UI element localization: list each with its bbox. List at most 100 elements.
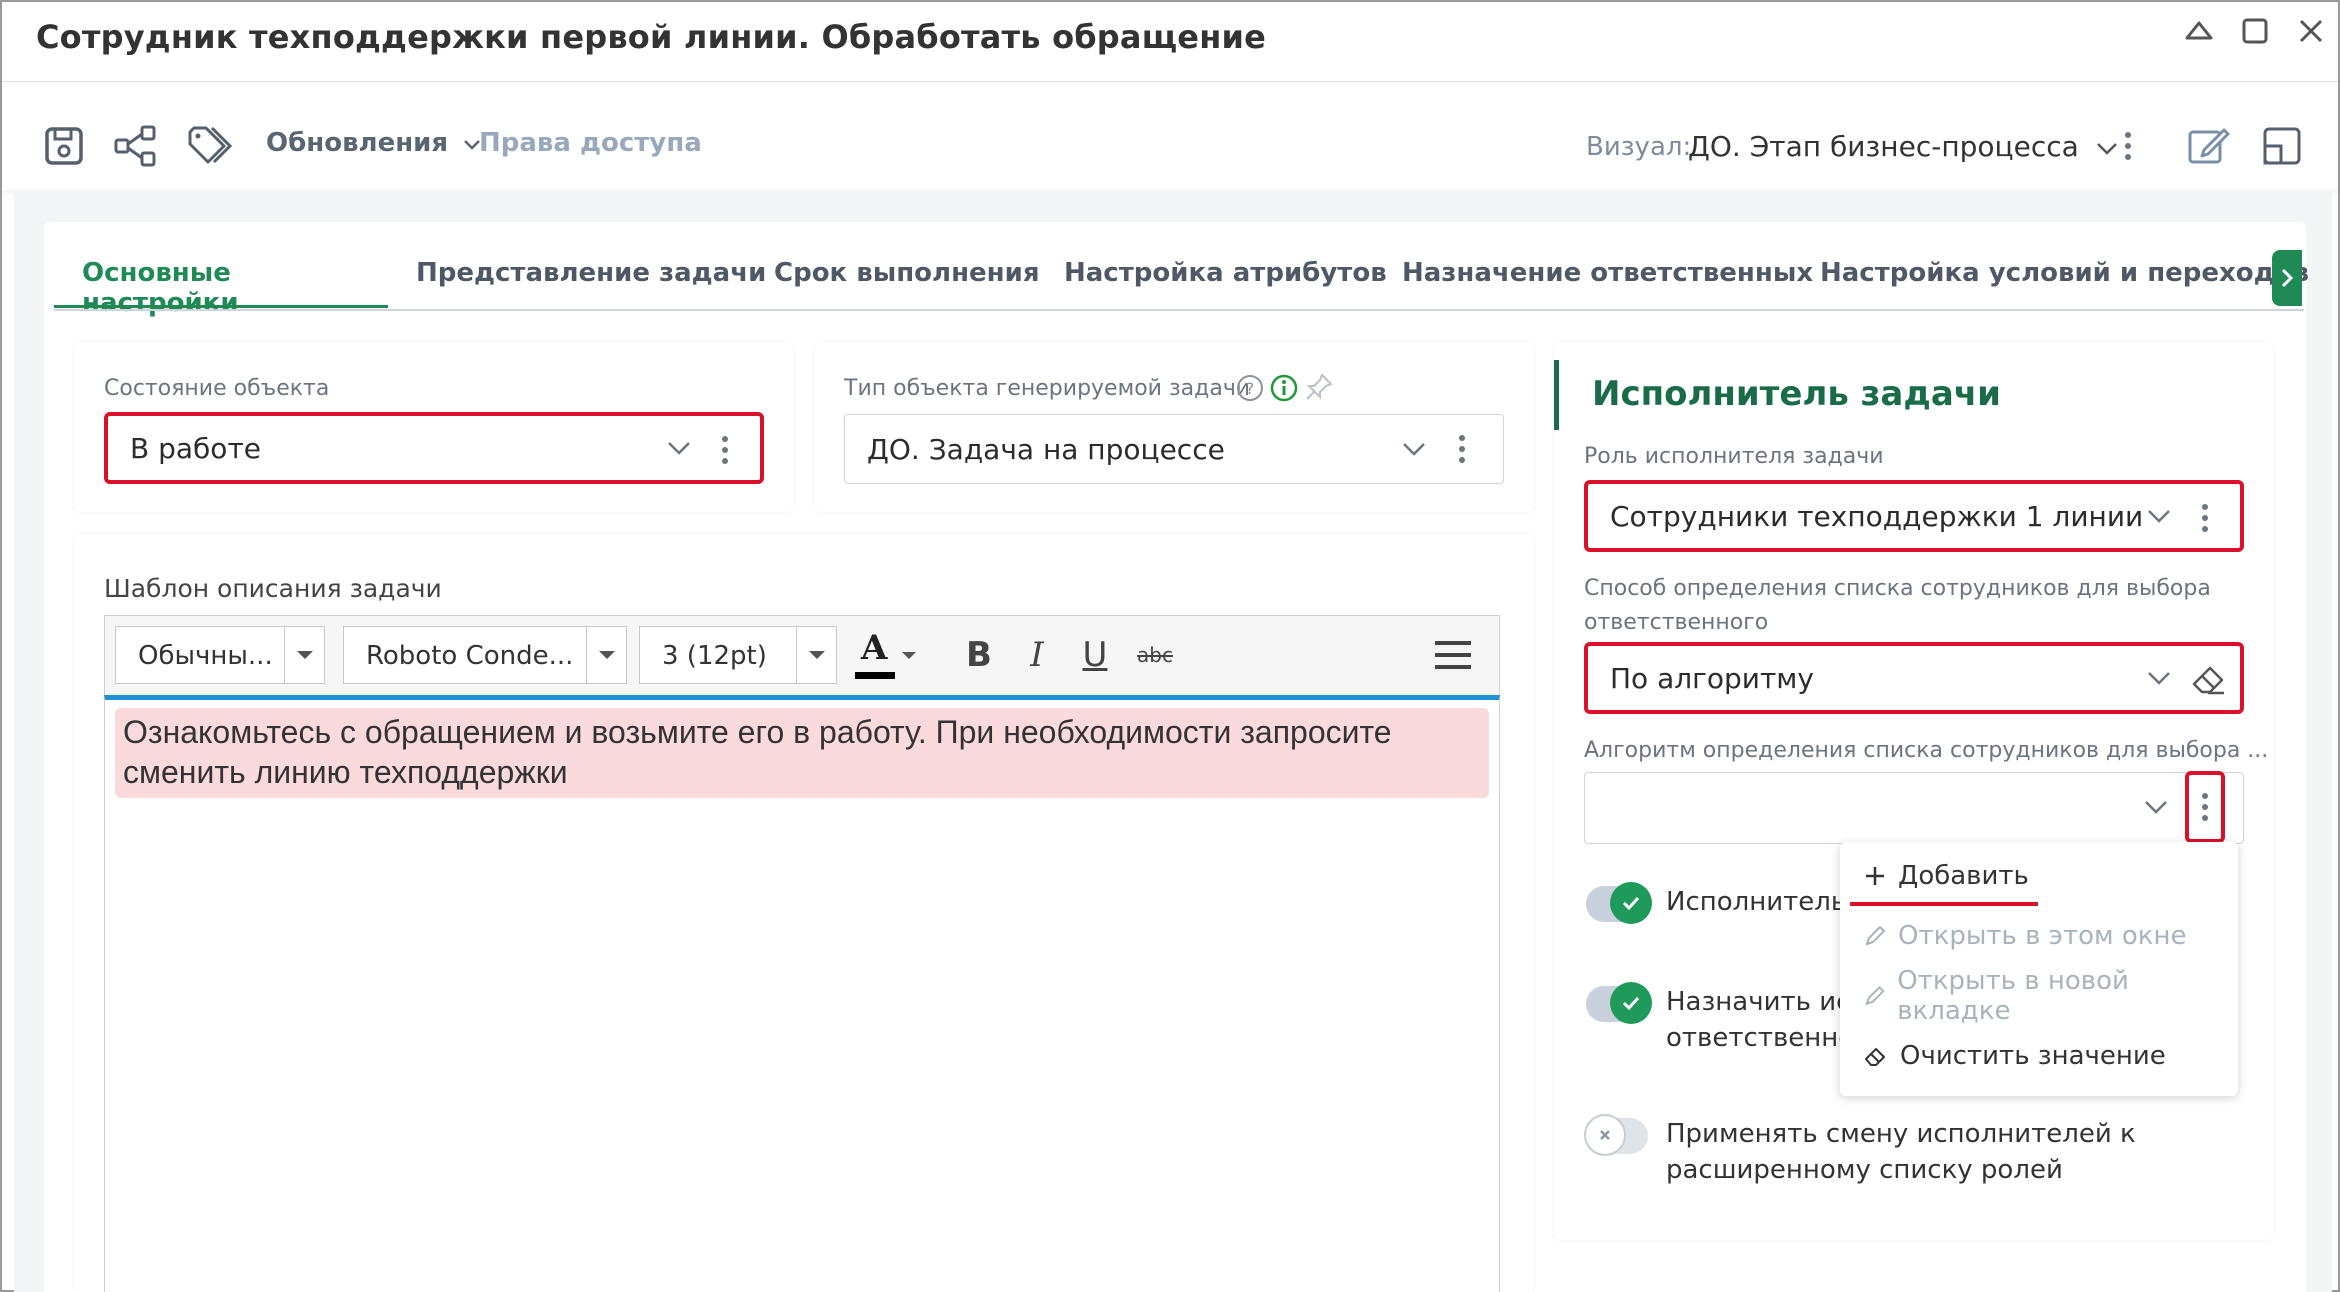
help-icon[interactable]: ? <box>1236 374 1264 406</box>
toggle-extended-roles-label-1: Применять смену исполнителей к <box>1666 1119 2136 1149</box>
layout-icon[interactable] <box>2258 122 2306 170</box>
toggle-assign-label-2: ответственно <box>1666 1023 1855 1053</box>
window-title: Сотрудник техподдержки первой линии. Обр… <box>36 18 1267 56</box>
more-options-icon[interactable] <box>722 430 728 470</box>
x-icon <box>1584 1114 1626 1156</box>
template-label: Шаблон описания задачи <box>104 574 442 603</box>
updates-menu[interactable]: Обновления <box>266 128 481 158</box>
more-options-icon[interactable] <box>2185 771 2225 843</box>
font-size-select[interactable]: 3 (12pt) <box>639 626 837 684</box>
task-type-select[interactable]: ДО. Задача на процессе <box>844 414 1504 484</box>
tab-label: Назначение ответственных <box>1402 258 1814 288</box>
menu-item-open-new-tab[interactable]: Открыть в новой вкладке <box>1864 966 2238 1026</box>
menu-open-new-tab-label: Открыть в новой вкладке <box>1897 966 2129 1026</box>
bold-glyph: B <box>966 635 992 675</box>
tab-basic-settings[interactable]: Основные настройки <box>54 248 388 318</box>
template-text: Ознакомьтесь с обращением и возьмите его… <box>115 708 1489 798</box>
menu-clear-label: Очистить значение <box>1900 1041 2166 1071</box>
tab-task-view[interactable]: Представление задачи <box>416 248 766 308</box>
chevron-down-icon <box>2145 801 2167 814</box>
caret-down-icon <box>902 651 916 659</box>
tab-assignees[interactable]: Назначение ответственных <box>1402 248 1813 308</box>
toolbar: Обновления Права доступа Визуал: ДО. Эта… <box>2 84 2338 190</box>
strikethrough-button[interactable]: abc <box>1127 626 1183 684</box>
bold-button[interactable]: B <box>951 626 1007 684</box>
app-window: Сотрудник техподдержки первой линии. Обр… <box>0 0 2340 1292</box>
method-label-line1: Способ определения списка сотрудников дл… <box>1584 576 2211 601</box>
section-accent-bar <box>1554 360 1559 430</box>
toggle-extended-roles[interactable] <box>1584 1114 1648 1156</box>
pencil-icon <box>1865 925 1886 946</box>
save-icon[interactable] <box>40 122 88 170</box>
method-select[interactable]: По алгоритму <box>1584 642 2244 714</box>
editor-body[interactable]: Ознакомьтесь с обращением и возьмите его… <box>104 695 1500 1292</box>
maximize-icon[interactable] <box>2236 12 2274 50</box>
font-color-glyph: A <box>861 628 888 668</box>
chevron-down-icon <box>668 442 690 455</box>
tab-attributes[interactable]: Настройка атрибутов <box>1064 248 1387 308</box>
algorithm-select[interactable] <box>1584 771 2244 844</box>
toggle-extended-roles-label-2: расширенному списку ролей <box>1666 1155 2063 1185</box>
visual-label: Визуал: <box>1586 132 1692 162</box>
eraser-icon[interactable] <box>2190 660 2228 702</box>
eraser-icon <box>1865 1048 1885 1066</box>
caret-down-icon <box>586 627 626 683</box>
visual-value: ДО. Этап бизнес-процесса <box>1688 130 2079 163</box>
executor-title: Исполнитель задачи <box>1592 374 2001 414</box>
pencil-icon <box>1865 985 1885 1006</box>
chevron-right-icon <box>2281 268 2294 288</box>
toggle-executor[interactable] <box>1586 882 1652 924</box>
role-value: Сотрудники техподдержки 1 линии <box>1610 500 2144 533</box>
add-highlight-underline <box>1850 902 2038 906</box>
updates-label: Обновления <box>266 128 449 158</box>
menu-item-open-here[interactable]: Открыть в этом окне <box>1864 916 2186 956</box>
pin-icon[interactable] <box>1304 372 1334 406</box>
context-menu: Добавить Открыть в этом окне Открыть в н… <box>1840 842 2238 1096</box>
strikethrough-glyph: abc <box>1137 643 1173 667</box>
font-family-value: Roboto Conde... <box>366 641 574 671</box>
close-icon[interactable] <box>2292 12 2330 50</box>
menu-add-label: Добавить <box>1898 861 2029 891</box>
paragraph-style-value: Обычны... <box>138 641 273 671</box>
toggle-assign[interactable] <box>1586 982 1652 1024</box>
caret-down-icon <box>284 627 324 683</box>
edit-icon[interactable] <box>2184 122 2232 170</box>
chevron-down-icon <box>2148 510 2170 523</box>
tabs-scroll-right[interactable] <box>2272 250 2302 306</box>
tags-icon[interactable] <box>186 122 234 170</box>
task-type-label: Тип объекта генерируемой задачи <box>844 376 1251 401</box>
menu-item-add[interactable]: Добавить <box>1864 856 2029 896</box>
italic-button[interactable]: I <box>1009 626 1065 684</box>
font-family-select[interactable]: Roboto Conde... <box>343 626 627 684</box>
role-label: Роль исполнителя задачи <box>1584 444 1884 469</box>
role-select[interactable]: Сотрудники техподдержки 1 линии <box>1584 480 2244 552</box>
method-label-line2: ответственного <box>1584 610 1769 635</box>
object-state-select[interactable]: В работе <box>104 412 764 484</box>
menu-item-clear[interactable]: Очистить значение <box>1864 1036 2166 1076</box>
more-options-icon[interactable] <box>2202 498 2208 538</box>
tab-conditions[interactable]: Настройка условий и переходов <box>1820 248 2309 308</box>
tab-label: Настройка атрибутов <box>1064 258 1387 288</box>
object-state-value: В работе <box>130 432 261 465</box>
access-rights-link[interactable]: Права доступа <box>479 128 702 158</box>
collapse-icon[interactable] <box>2180 12 2218 50</box>
chevron-down-icon <box>1403 443 1425 456</box>
more-menu-icon[interactable] <box>1425 626 1481 684</box>
more-options-icon[interactable] <box>2104 122 2152 170</box>
font-color-button[interactable]: A <box>843 626 927 684</box>
underline-glyph: U <box>1082 635 1108 675</box>
tab-label: Срок выполнения <box>774 258 1040 288</box>
task-type-value: ДО. Задача на процессе <box>867 433 1225 466</box>
tab-deadline[interactable]: Срок выполнения <box>774 248 1040 308</box>
menu-open-here-label: Открыть в этом окне <box>1898 921 2187 951</box>
algorithm-label: Алгоритм определения списка сотрудников … <box>1584 738 2269 763</box>
more-options-icon[interactable] <box>1459 429 1465 469</box>
caret-down-icon <box>796 627 836 683</box>
info-icon[interactable] <box>1270 374 1298 406</box>
underline-button[interactable]: U <box>1067 626 1123 684</box>
tabs-divider <box>54 309 2304 311</box>
paragraph-style-select[interactable]: Обычны... <box>115 626 325 684</box>
visual-select[interactable]: ДО. Этап бизнес-процесса <box>1688 130 2118 163</box>
share-diagram-icon[interactable] <box>112 122 160 170</box>
title-bar: Сотрудник техподдержки первой линии. Обр… <box>2 2 2338 82</box>
